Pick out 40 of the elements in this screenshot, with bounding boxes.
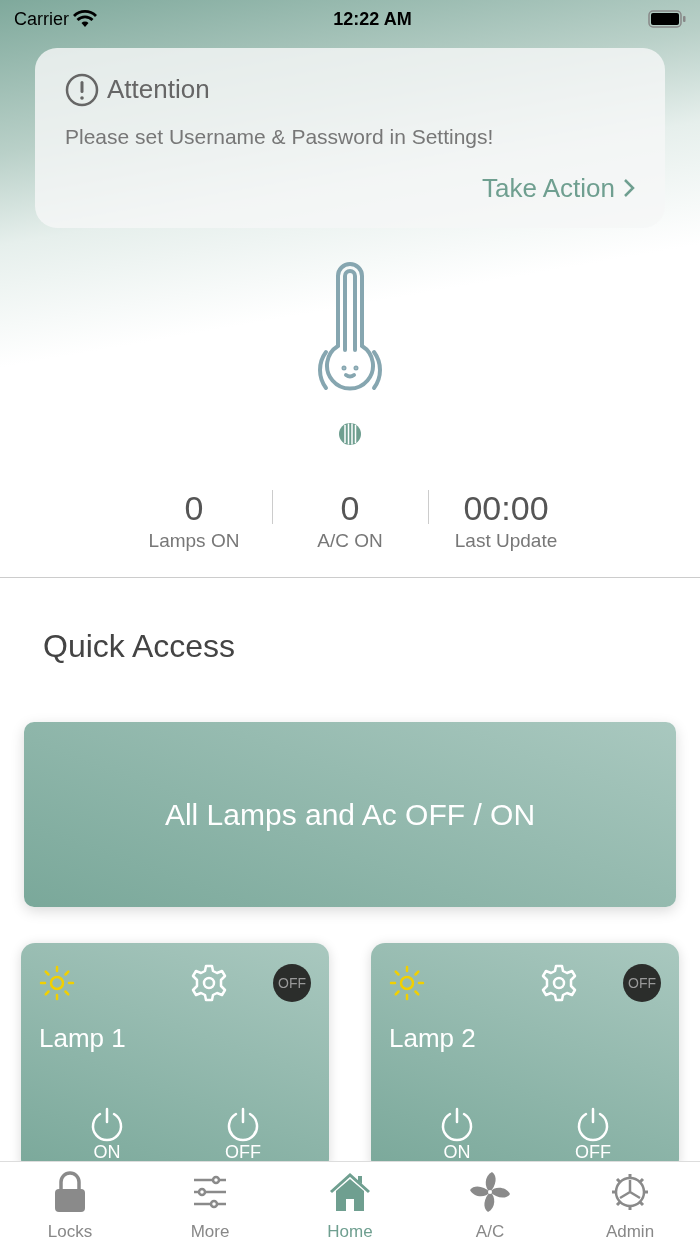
- power-button[interactable]: ON: [439, 1106, 475, 1161]
- stat-label: A/C ON: [317, 528, 383, 553]
- settings-icon[interactable]: [189, 963, 229, 1004]
- state-badge: OFF: [623, 964, 661, 1003]
- lamp-name: Lamp 2: [389, 1022, 477, 1056]
- tab-item[interactable]: More: [140, 1162, 280, 1244]
- exclamation-icon: [65, 72, 99, 107]
- take-action-link[interactable]: Take Action: [482, 168, 635, 208]
- battery-icon: [648, 10, 686, 28]
- stat-value: 0: [340, 489, 360, 527]
- sliders-icon: [192, 1174, 228, 1211]
- stat-value: 00:00: [463, 489, 549, 527]
- carrier-label: Carrier: [14, 7, 69, 31]
- striped-circle-icon: [338, 421, 362, 446]
- power-button[interactable]: OFF: [575, 1106, 611, 1161]
- stat-value: 0: [184, 489, 204, 527]
- tab-item[interactable]: A/C: [420, 1162, 560, 1244]
- chevron-icon: [623, 178, 635, 198]
- tab-item[interactable]: Home: [280, 1162, 420, 1244]
- power-button[interactable]: ON: [89, 1106, 125, 1161]
- stat-label: Last Update: [454, 528, 558, 553]
- gear-icon: [611, 1173, 649, 1212]
- alert-title: Attention: [107, 73, 210, 106]
- stat-label: Lamps ON: [148, 528, 240, 553]
- sun-icon: [389, 965, 425, 1002]
- lamp-name: Lamp 1: [39, 1022, 127, 1056]
- home-icon: [329, 1172, 371, 1213]
- fan-icon: [468, 1170, 512, 1215]
- state-badge: OFF: [273, 964, 311, 1003]
- clock-time: 12:22 AM: [333, 7, 412, 31]
- wifi-icon: [73, 10, 97, 28]
- all-toggle-button[interactable]: All Lamps and Ac OFF / ON: [24, 722, 676, 908]
- tab-item[interactable]: Admin: [560, 1162, 700, 1244]
- section-title: Quick Access: [42, 627, 237, 667]
- sun-icon: [39, 965, 75, 1002]
- lock-icon: [53, 1171, 87, 1214]
- power-button[interactable]: OFF: [225, 1106, 261, 1161]
- tab-item[interactable]: Locks: [0, 1162, 140, 1244]
- alert-message: Please set Username & Password in Settings!: [65, 124, 495, 150]
- settings-icon[interactable]: [539, 963, 579, 1004]
